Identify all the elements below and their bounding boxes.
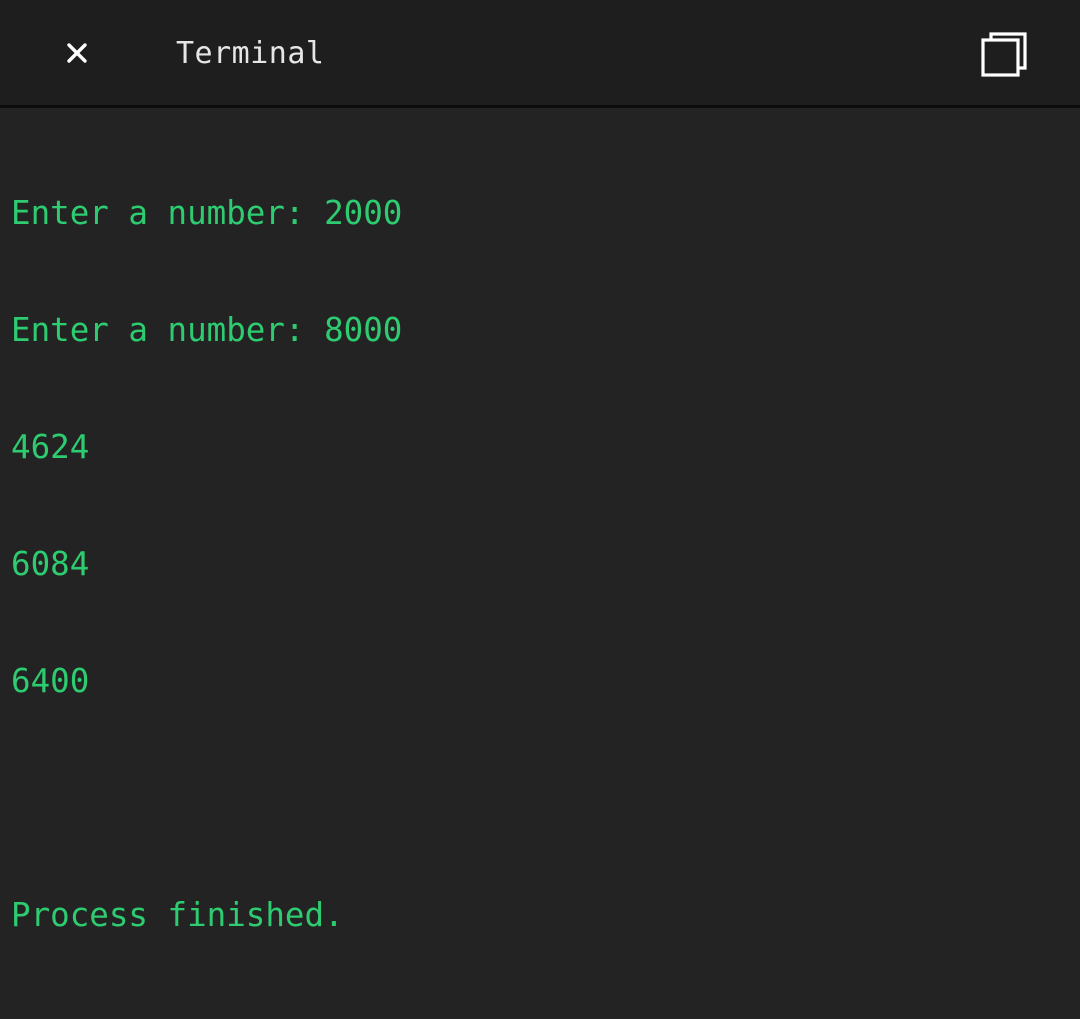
terminal-screen: Terminal Enter a number: 2000 Enter a nu… [0, 0, 1080, 1019]
output-line: Enter a number: 2000 [11, 194, 403, 232]
output-line: 4624 [11, 428, 90, 466]
top-app-bar: Terminal [0, 0, 1080, 108]
output-line: 6084 [11, 545, 90, 583]
output-line: 6400 [11, 662, 90, 700]
close-icon [66, 42, 88, 64]
output-line: Process finished. [11, 896, 344, 934]
copy-button[interactable] [972, 22, 1036, 86]
output-line: Enter a number: 8000 [11, 311, 403, 349]
page-title: Terminal [176, 36, 325, 71]
terminal-output: Enter a number: 2000 Enter a number: 800… [11, 116, 1080, 1013]
copy-icon [980, 30, 1028, 78]
close-button[interactable] [52, 28, 102, 78]
